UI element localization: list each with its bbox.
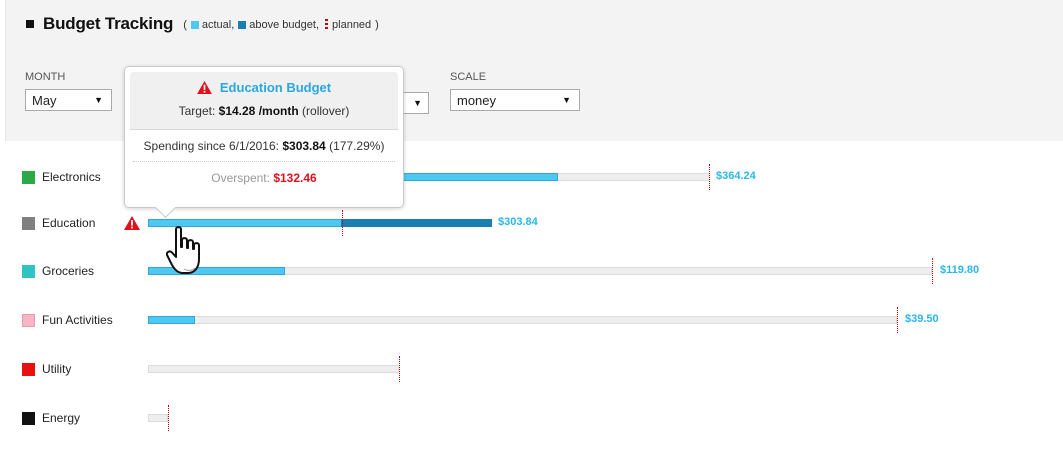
tooltip-spending: Spending since 6/1/2016: $303.84 (177.29…	[125, 130, 403, 161]
budget-row-education[interactable]: Education $303.84	[0, 210, 1063, 236]
category-color-icon	[22, 363, 35, 376]
tooltip-title-row: Education Budget	[130, 72, 398, 95]
planned-marker-icon	[325, 19, 329, 32]
legend-open-paren: (	[183, 19, 187, 31]
category-color-icon	[22, 412, 35, 425]
scale-value: money	[457, 92, 497, 108]
legend-above-label: above budget,	[249, 19, 320, 31]
category-color-icon	[22, 171, 35, 184]
scale-filter: SCALE money ▼	[450, 71, 580, 111]
legend-planned: planned	[323, 18, 372, 32]
legend-close-paren: )	[375, 19, 379, 31]
dropdown-arrow-icon: ▼	[413, 98, 422, 108]
budget-row-energy[interactable]: Energy	[0, 405, 1063, 431]
tooltip-target: Target: $14.28 /month (rollover)	[130, 104, 398, 118]
category-label: Fun Activities	[42, 313, 113, 327]
actual-swatch-icon	[190, 21, 199, 30]
planned-marker	[932, 258, 933, 284]
title-bullet-icon	[26, 20, 34, 28]
above-budget-bar[interactable]	[341, 219, 492, 227]
legend-actual-label: actual,	[201, 19, 235, 31]
page-title: Budget Tracking	[43, 14, 174, 33]
legend-above: above budget,	[238, 19, 319, 31]
dropdown-arrow-icon: ▼	[94, 95, 103, 105]
legend: ( actual, above budget, planned )	[183, 17, 379, 32]
hidden-select[interactable]: ▼	[403, 92, 429, 114]
warning-icon	[196, 81, 212, 94]
warning-icon[interactable]	[124, 216, 140, 230]
spending-prefix: Spending since 6/1/2016:	[143, 139, 279, 153]
category-color-icon	[22, 265, 35, 278]
budget-track	[148, 414, 168, 422]
target-value: $14.28 /month	[218, 104, 299, 118]
tooltip-overspent: Overspent: $132.46	[125, 162, 403, 185]
category-label: Utility	[42, 362, 72, 376]
amount-label: $119.80	[940, 264, 980, 276]
hidden-filter: ▼	[403, 92, 429, 114]
scale-select[interactable]: money ▼	[450, 89, 580, 111]
month-filter: MONTH May ▼	[25, 71, 112, 111]
month-label: MONTH	[25, 71, 66, 83]
legend-actual: actual,	[190, 19, 235, 31]
dropdown-arrow-icon: ▼	[562, 95, 571, 105]
month-value: May	[32, 92, 57, 108]
budget-row-utility[interactable]: Utility	[0, 356, 1063, 382]
spending-value: $303.84	[282, 139, 326, 153]
planned-marker	[342, 210, 343, 236]
tooltip-title: Education Budget	[219, 80, 332, 95]
category-label: Education	[42, 216, 96, 230]
overspent-label: Overspent:	[211, 171, 270, 185]
category-color-icon	[22, 314, 35, 327]
month-select[interactable]: May ▼	[25, 89, 112, 111]
spending-pct: (177.29%)	[329, 139, 385, 153]
budget-track	[148, 316, 897, 324]
category-label: Electronics	[42, 170, 101, 184]
amount-label: $364.24	[716, 170, 756, 182]
budget-row-groceries[interactable]: Groceries $119.80	[0, 258, 1063, 284]
budget-row-fun-activities[interactable]: Fun Activities $39.50	[0, 307, 1063, 333]
actual-bar[interactable]	[148, 316, 195, 324]
budget-tooltip: Education Budget Target: $14.28 /month (…	[124, 66, 404, 219]
overspent-value: $132.46	[273, 171, 317, 185]
above-budget-swatch-icon	[238, 21, 247, 30]
category-label: Groceries	[42, 264, 95, 278]
planned-marker	[897, 307, 898, 333]
budget-track	[148, 365, 399, 373]
category-label: Energy	[42, 411, 81, 425]
amount-label: $39.50	[905, 313, 939, 325]
title-row: Budget Tracking ( actual, above budget, …	[26, 14, 379, 34]
target-prefix: Target:	[178, 104, 219, 118]
planned-marker	[399, 356, 400, 382]
legend-planned-label: planned	[332, 18, 372, 31]
target-suffix: (rollover)	[298, 104, 350, 118]
amount-label: $303.84	[498, 216, 538, 228]
planned-marker	[709, 164, 710, 190]
hand-cursor-icon	[166, 226, 200, 274]
scale-label: SCALE	[450, 71, 487, 83]
category-color-icon	[22, 217, 35, 230]
planned-marker	[168, 405, 169, 431]
tooltip-header: Education Budget Target: $14.28 /month (…	[130, 72, 398, 129]
